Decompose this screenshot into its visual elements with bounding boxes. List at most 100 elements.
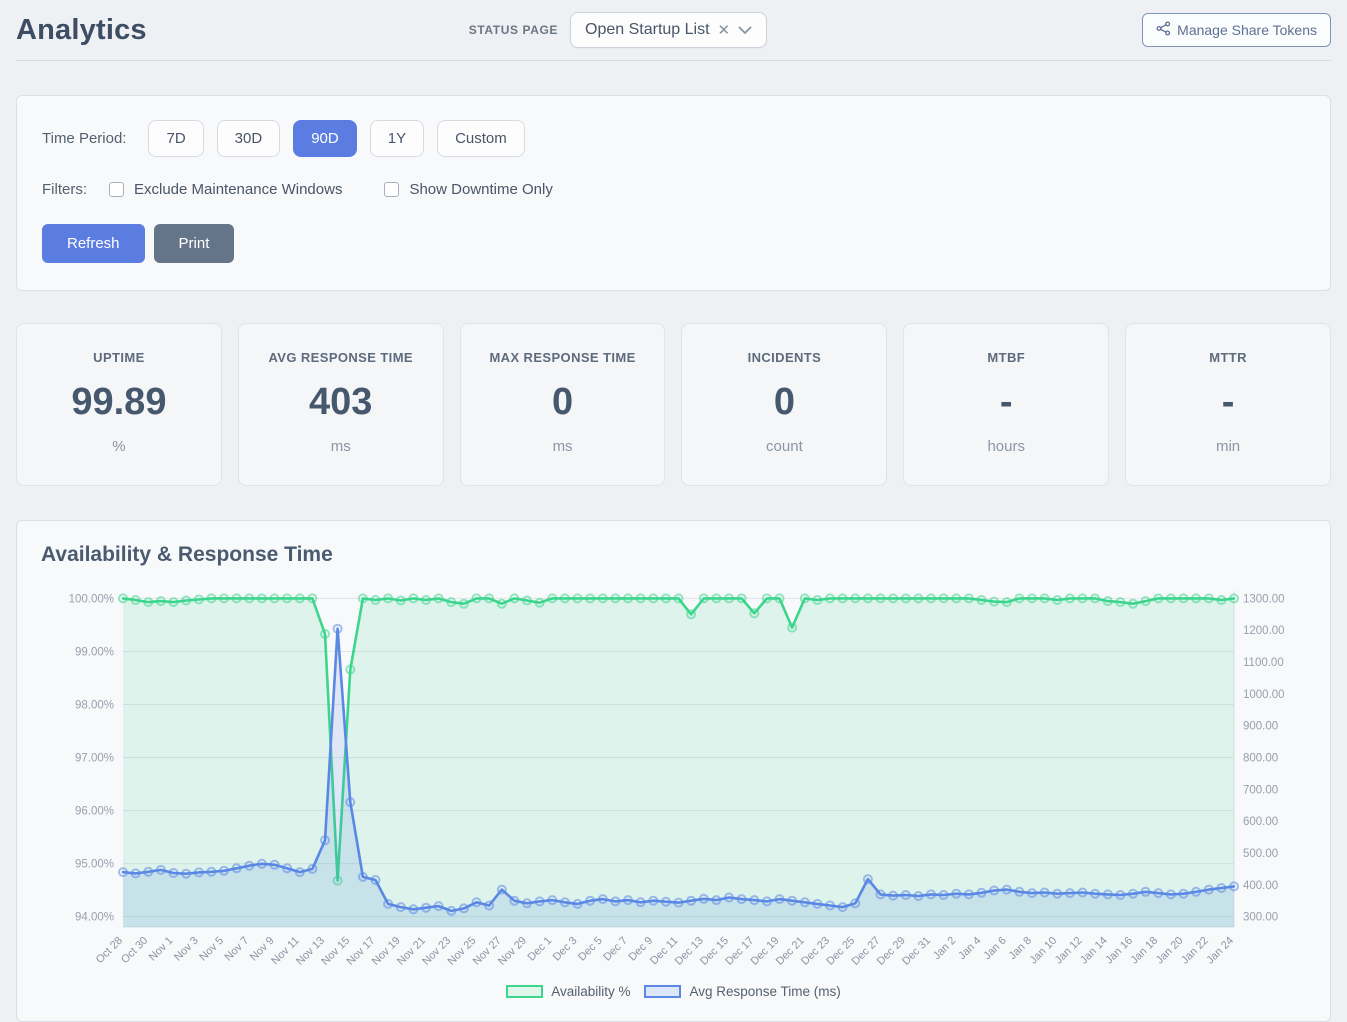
stat-value: 99.89 [21,381,217,424]
svg-text:700.00: 700.00 [1243,784,1278,796]
stat-value: 0 [465,381,661,424]
stat-unit: ms [243,438,439,455]
svg-text:96.00%: 96.00% [75,806,114,818]
stat-label: AVG RESPONSE TIME [243,350,439,365]
chart-title: Availability & Response Time [41,543,1306,567]
svg-text:1100.00: 1100.00 [1243,657,1284,669]
stat-label: UPTIME [21,350,217,365]
svg-text:1300.00: 1300.00 [1243,593,1285,605]
legend-label: Availability % [551,984,630,999]
svg-text:Jan 22: Jan 22 [1179,935,1211,967]
analytics-page: Analytics STATUS PAGE Open Startup List … [0,0,1347,1022]
time-period-label: Time Period: [42,130,126,147]
exclude-maintenance-group: Exclude Maintenance Windows [109,181,342,198]
period-button-90d[interactable]: 90D [293,120,357,157]
svg-text:Jan 4: Jan 4 [956,935,984,963]
stat-unit: count [686,438,882,455]
stat-unit: hours [908,438,1104,455]
svg-text:Jan 16: Jan 16 [1103,935,1135,967]
chevron-down-icon[interactable] [738,26,752,35]
legend-label: Avg Response Time (ms) [689,984,840,999]
show-downtime-checkbox[interactable] [384,182,399,197]
svg-text:94.00%: 94.00% [75,912,114,924]
stat-card-uptime: UPTIME 99.89 % [16,323,222,486]
stats-row: UPTIME 99.89 % AVG RESPONSE TIME 403 ms … [16,323,1331,486]
svg-text:95.00%: 95.00% [75,859,114,871]
response-time-swatch-icon [644,985,681,998]
availability-response-chart: 100.00%99.00%98.00%97.00%96.00%95.00%94.… [41,581,1306,984]
legend-item-availability[interactable]: Availability % [506,984,630,999]
svg-text:Dec 31: Dec 31 [900,935,933,968]
refresh-button[interactable]: Refresh [42,224,145,263]
svg-text:1000.00: 1000.00 [1243,689,1285,701]
period-button-30d[interactable]: 30D [217,120,281,157]
stat-value: - [908,381,1104,424]
stat-label: MTBF [908,350,1104,365]
chart-legend: Availability % Avg Response Time (ms) [41,984,1306,1007]
show-downtime-label: Show Downtime Only [409,181,552,198]
svg-text:Dec 3: Dec 3 [551,935,580,964]
stat-card-max-response: MAX RESPONSE TIME 0 ms [460,323,666,486]
period-button-1y[interactable]: 1Y [370,120,424,157]
manage-share-tokens-label: Manage Share Tokens [1177,22,1317,38]
svg-text:Nov 29: Nov 29 [496,935,529,968]
page-title: Analytics [16,14,147,47]
svg-text:500.00: 500.00 [1243,848,1278,860]
stat-label: MTTR [1130,350,1326,365]
exclude-maintenance-checkbox[interactable] [109,182,124,197]
svg-text:Nov 7: Nov 7 [223,935,252,964]
chart-panel: Availability & Response Time 100.00%99.0… [16,520,1331,1022]
svg-text:Jan 2: Jan 2 [931,935,959,963]
svg-text:Jan 6: Jan 6 [981,935,1009,963]
period-button-7d[interactable]: 7D [148,120,203,157]
stat-unit: ms [465,438,661,455]
svg-text:Jan 10: Jan 10 [1028,935,1060,967]
legend-item-response-time[interactable]: Avg Response Time (ms) [644,984,840,999]
svg-text:1200.00: 1200.00 [1243,625,1285,637]
svg-text:300.00: 300.00 [1243,912,1278,924]
stat-value: - [1130,381,1326,424]
print-button[interactable]: Print [154,224,235,263]
svg-text:800.00: 800.00 [1243,753,1278,765]
svg-text:Oct 30: Oct 30 [119,935,150,966]
svg-text:Dec 5: Dec 5 [576,935,605,964]
svg-text:Dec 7: Dec 7 [601,935,630,964]
svg-text:400.00: 400.00 [1243,880,1278,892]
manage-share-tokens-button[interactable]: Manage Share Tokens [1142,13,1331,47]
period-button-custom[interactable]: Custom [437,120,525,157]
header: Analytics STATUS PAGE Open Startup List … [16,0,1331,52]
clear-icon[interactable]: ✕ [718,23,731,38]
share-icon [1156,21,1171,39]
svg-text:Jan 24: Jan 24 [1204,935,1236,967]
svg-text:100.00%: 100.00% [69,593,114,605]
status-page-group: STATUS PAGE Open Startup List ✕ [469,12,767,48]
filters-label: Filters: [42,181,87,198]
time-period-row: Time Period: 7D 30D 90D 1Y Custom [42,120,1305,157]
availability-swatch-icon [506,985,543,998]
stat-card-mtbf: MTBF - hours [903,323,1109,486]
stat-label: MAX RESPONSE TIME [465,350,661,365]
svg-text:97.00%: 97.00% [75,753,114,765]
status-page-select[interactable]: Open Startup List ✕ [570,12,767,48]
status-page-selected-value: Open Startup List [585,21,710,39]
svg-text:98.00%: 98.00% [75,699,114,711]
filters-row: Filters: Exclude Maintenance Windows Sho… [42,181,1305,198]
stat-card-mttr: MTTR - min [1125,323,1331,486]
svg-text:Jan 12: Jan 12 [1053,935,1085,967]
svg-text:Nov 3: Nov 3 [172,935,201,964]
svg-text:Nov 5: Nov 5 [197,935,226,964]
stat-card-avg-response: AVG RESPONSE TIME 403 ms [238,323,444,486]
stat-value: 403 [243,381,439,424]
stat-value: 0 [686,381,882,424]
header-divider [16,60,1331,61]
svg-text:Jan 18: Jan 18 [1129,935,1161,967]
svg-text:Dec 1: Dec 1 [526,935,555,964]
actions-row: Refresh Print [42,224,1305,263]
svg-text:600.00: 600.00 [1243,816,1278,828]
svg-text:Oct 28: Oct 28 [94,935,125,966]
stat-unit: min [1130,438,1326,455]
stat-unit: % [21,438,217,455]
exclude-maintenance-label: Exclude Maintenance Windows [134,181,342,198]
svg-text:Jan 14: Jan 14 [1078,935,1110,967]
svg-text:Jan 20: Jan 20 [1154,935,1186,967]
